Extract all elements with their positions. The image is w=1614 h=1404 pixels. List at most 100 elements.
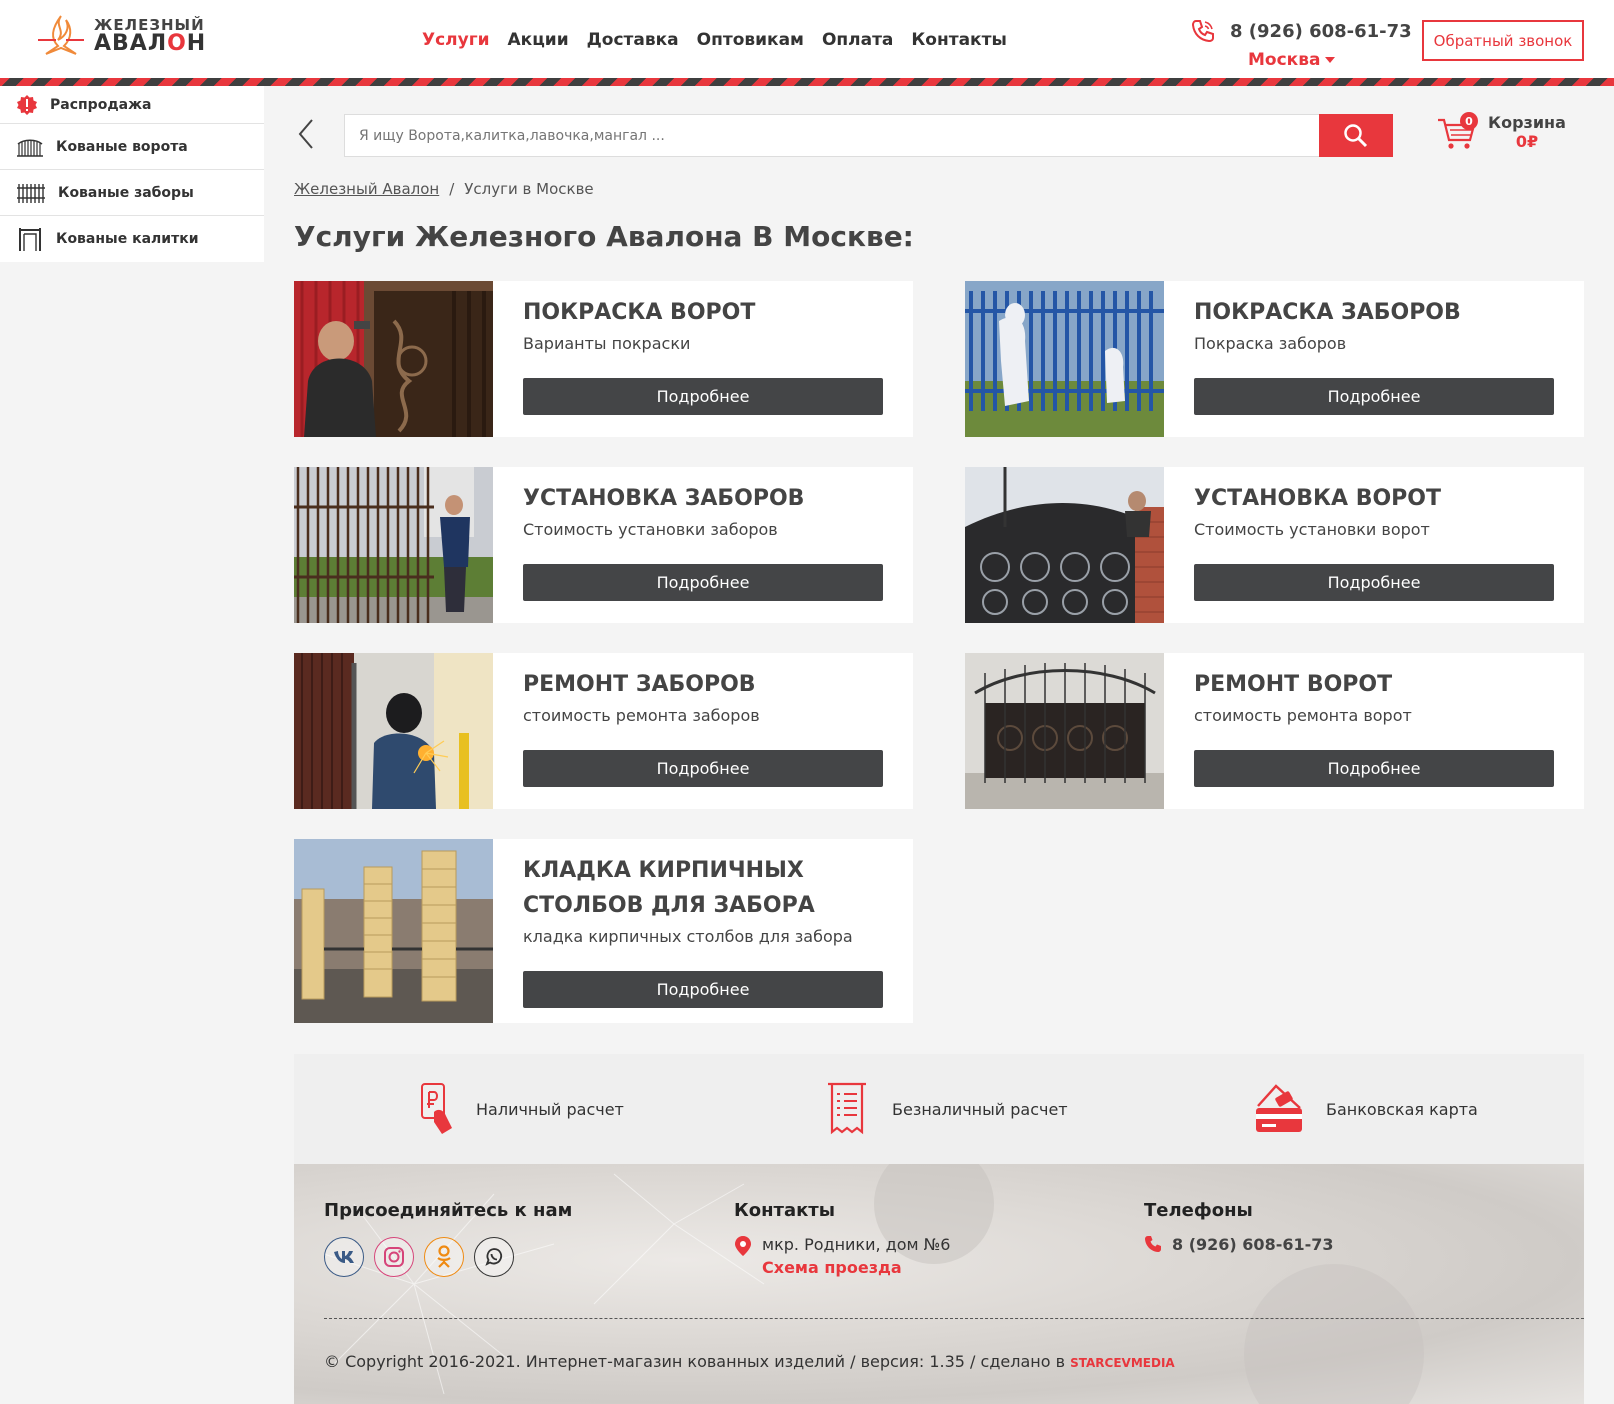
bank-card-icon <box>1256 1084 1302 1132</box>
payment-cash: Наличный расчет <box>420 1082 624 1136</box>
footer-contacts-title: Контакты <box>734 1200 836 1221</box>
payment-label: Банковская карта <box>1326 1099 1478 1119</box>
service-image-gate-painting <box>294 281 493 437</box>
service-title: КЛАДКА КИРПИЧНЫХ СТОЛБОВ ДЛЯ ЗАБОРА <box>523 858 815 918</box>
service-subtitle: Варианты покраски <box>523 334 691 353</box>
service-subtitle: Стоимость установки ворот <box>1194 520 1430 539</box>
search-input[interactable] <box>345 115 1319 156</box>
service-title: УСТАНОВКА ЗАБОРОВ <box>523 486 805 511</box>
service-image-brick-pillars <box>294 839 493 1023</box>
flame-logo-icon <box>38 15 84 55</box>
service-image-gate-repair <box>965 653 1164 809</box>
city-name: Москва <box>1248 50 1321 70</box>
back-arrow-icon[interactable] <box>294 116 318 152</box>
details-button[interactable]: Подробнее <box>1194 378 1554 415</box>
caret-down-icon <box>1325 57 1336 63</box>
details-button[interactable]: Подробнее <box>1194 564 1554 601</box>
copyright: © Copyright 2016-2021. Интернет-магазин … <box>324 1352 1175 1371</box>
details-button[interactable]: Подробнее <box>1194 750 1554 787</box>
service-card-gate-installation: УСТАНОВКА ВОРОТ Стоимость установки воро… <box>965 467 1584 623</box>
cart-sum: 0₽ <box>1515 132 1539 151</box>
details-button[interactable]: Подробнее <box>523 750 883 787</box>
service-image-fence-painting <box>965 281 1164 437</box>
nav-item-promotions[interactable]: Акции <box>508 30 569 50</box>
fence-icon <box>17 183 45 203</box>
payment-methods: Наличный расчет Безналичный расчет Банко… <box>294 1054 1584 1164</box>
footer-phones: Телефоны 8 (926) 608-61-73 <box>1144 1200 1334 1254</box>
nav-item-payment[interactable]: Оплата <box>822 30 893 50</box>
odnoklassniki-icon[interactable] <box>424 1237 464 1277</box>
search-box <box>344 114 1393 157</box>
details-button[interactable]: Подробнее <box>523 378 883 415</box>
site-footer: Присоединяйтесь к нам Контакты мкр. Родн… <box>294 1164 1584 1404</box>
map-link[interactable]: Схема проезда <box>762 1258 950 1277</box>
logo-part-c: Н <box>186 30 207 56</box>
nav-item-contacts[interactable]: Контакты <box>911 30 1006 50</box>
cart-widget[interactable]: 0 Корзина 0₽ <box>1436 112 1566 152</box>
nav-item-delivery[interactable]: Доставка <box>587 30 679 50</box>
sidebar-item-label: Кованые калитки <box>56 231 199 247</box>
sidebar-item-gates[interactable]: Кованые ворота <box>0 124 264 170</box>
invoice-icon <box>828 1082 866 1135</box>
service-card-brick-pillars: КЛАДКА КИРПИЧНЫХ СТОЛБОВ ДЛЯ ЗАБОРА клад… <box>294 839 913 1023</box>
header-stripe <box>0 78 1614 86</box>
service-subtitle: Стоимость установки заборов <box>523 520 778 539</box>
cart-icon-wrap: 0 <box>1436 112 1484 152</box>
service-title: ПОКРАСКА ЗАБОРОВ <box>1194 300 1461 325</box>
phone-icon <box>1191 20 1214 43</box>
footer-social: Присоединяйтесь к нам <box>324 1200 572 1277</box>
breadcrumb: Железный Авалон / Услуги в Москве <box>294 180 594 198</box>
callback-button[interactable]: Обратный звонок <box>1422 20 1584 61</box>
breadcrumb-home[interactable]: Железный Авалон <box>294 180 439 198</box>
service-card-gate-painting: ПОКРАСКА ВОРОТ Варианты покраски Подробн… <box>294 281 913 437</box>
city-selector[interactable]: Москва <box>1248 50 1412 70</box>
service-card-gate-repair: РЕМОНТ ВОРОТ стоимость ремонта ворот Под… <box>965 653 1584 809</box>
copyright-text: © Copyright 2016-2021. Интернет-магазин … <box>324 1352 1066 1371</box>
service-title: УСТАНОВКА ВОРОТ <box>1194 486 1441 511</box>
service-card-fence-painting: ПОКРАСКА ЗАБОРОВ Покраска заборов Подроб… <box>965 281 1584 437</box>
cart-count-badge: 0 <box>1460 112 1478 130</box>
page-title: Услуги Железного Авалона В Москве: <box>294 220 914 253</box>
sidebar-item-sale[interactable]: Распродажа <box>0 86 264 124</box>
gate-icon <box>17 139 43 157</box>
payment-bank-transfer: Безналичный расчет <box>824 1082 1068 1136</box>
studio-link[interactable]: STARCEVMEDIA <box>1070 1356 1175 1370</box>
service-title: ПОКРАСКА ВОРОТ <box>523 300 756 325</box>
nav-item-services[interactable]: Услуги <box>422 30 490 50</box>
instagram-icon[interactable] <box>374 1237 414 1277</box>
sidebar-item-label: Распродажа <box>50 96 152 113</box>
service-card-fence-installation: УСТАНОВКА ЗАБОРОВ Стоимость установки за… <box>294 467 913 623</box>
service-subtitle: Покраска заборов <box>1194 334 1347 353</box>
header-phone[interactable]: 8 (926) 608-61-73 <box>1230 21 1412 42</box>
site-header: ЖЕЛЕЗНЫЙ АВАЛОН Услуги Акции Доставка Оп… <box>0 0 1614 78</box>
footer-divider <box>324 1318 1584 1319</box>
phone-icon <box>1145 1236 1161 1252</box>
main-nav: Услуги Акции Доставка Оптовикам Оплата К… <box>422 30 1007 50</box>
details-button[interactable]: Подробнее <box>523 564 883 601</box>
payment-label: Безналичный расчет <box>892 1099 1068 1119</box>
service-subtitle: кладка кирпичных столбов для забора <box>523 927 853 946</box>
logo-part-b: О <box>167 30 187 56</box>
site-logo[interactable]: ЖЕЛЕЗНЫЙ АВАЛОН <box>36 14 206 58</box>
details-button[interactable]: Подробнее <box>523 971 883 1008</box>
vk-icon[interactable] <box>324 1237 364 1277</box>
sidebar-item-fences[interactable]: Кованые заборы <box>0 170 264 216</box>
sidebar-item-label: Кованые заборы <box>58 184 194 201</box>
sale-icon <box>17 94 37 115</box>
search-button[interactable] <box>1319 114 1393 157</box>
whatsapp-icon[interactable] <box>474 1237 514 1277</box>
search-icon <box>1344 123 1368 147</box>
service-title: РЕМОНТ ЗАБОРОВ <box>523 672 756 697</box>
service-image-gate-installation <box>965 467 1164 623</box>
payment-label: Наличный расчет <box>476 1099 624 1119</box>
sidebar-item-wickets[interactable]: Кованые калитки <box>0 216 264 262</box>
footer-contacts: Контакты мкр. Родники, дом №6 Схема прое… <box>734 1200 950 1277</box>
service-subtitle: стоимость ремонта ворот <box>1194 706 1412 725</box>
payment-bank-card: Банковская карта <box>1254 1082 1478 1136</box>
footer-phone[interactable]: 8 (926) 608-61-73 <box>1172 1235 1334 1254</box>
location-pin-icon <box>735 1236 751 1256</box>
cash-icon <box>421 1083 452 1134</box>
logo-part-a: АВАЛ <box>94 30 168 56</box>
nav-item-wholesale[interactable]: Оптовикам <box>697 30 804 50</box>
wicket-icon <box>19 228 41 251</box>
